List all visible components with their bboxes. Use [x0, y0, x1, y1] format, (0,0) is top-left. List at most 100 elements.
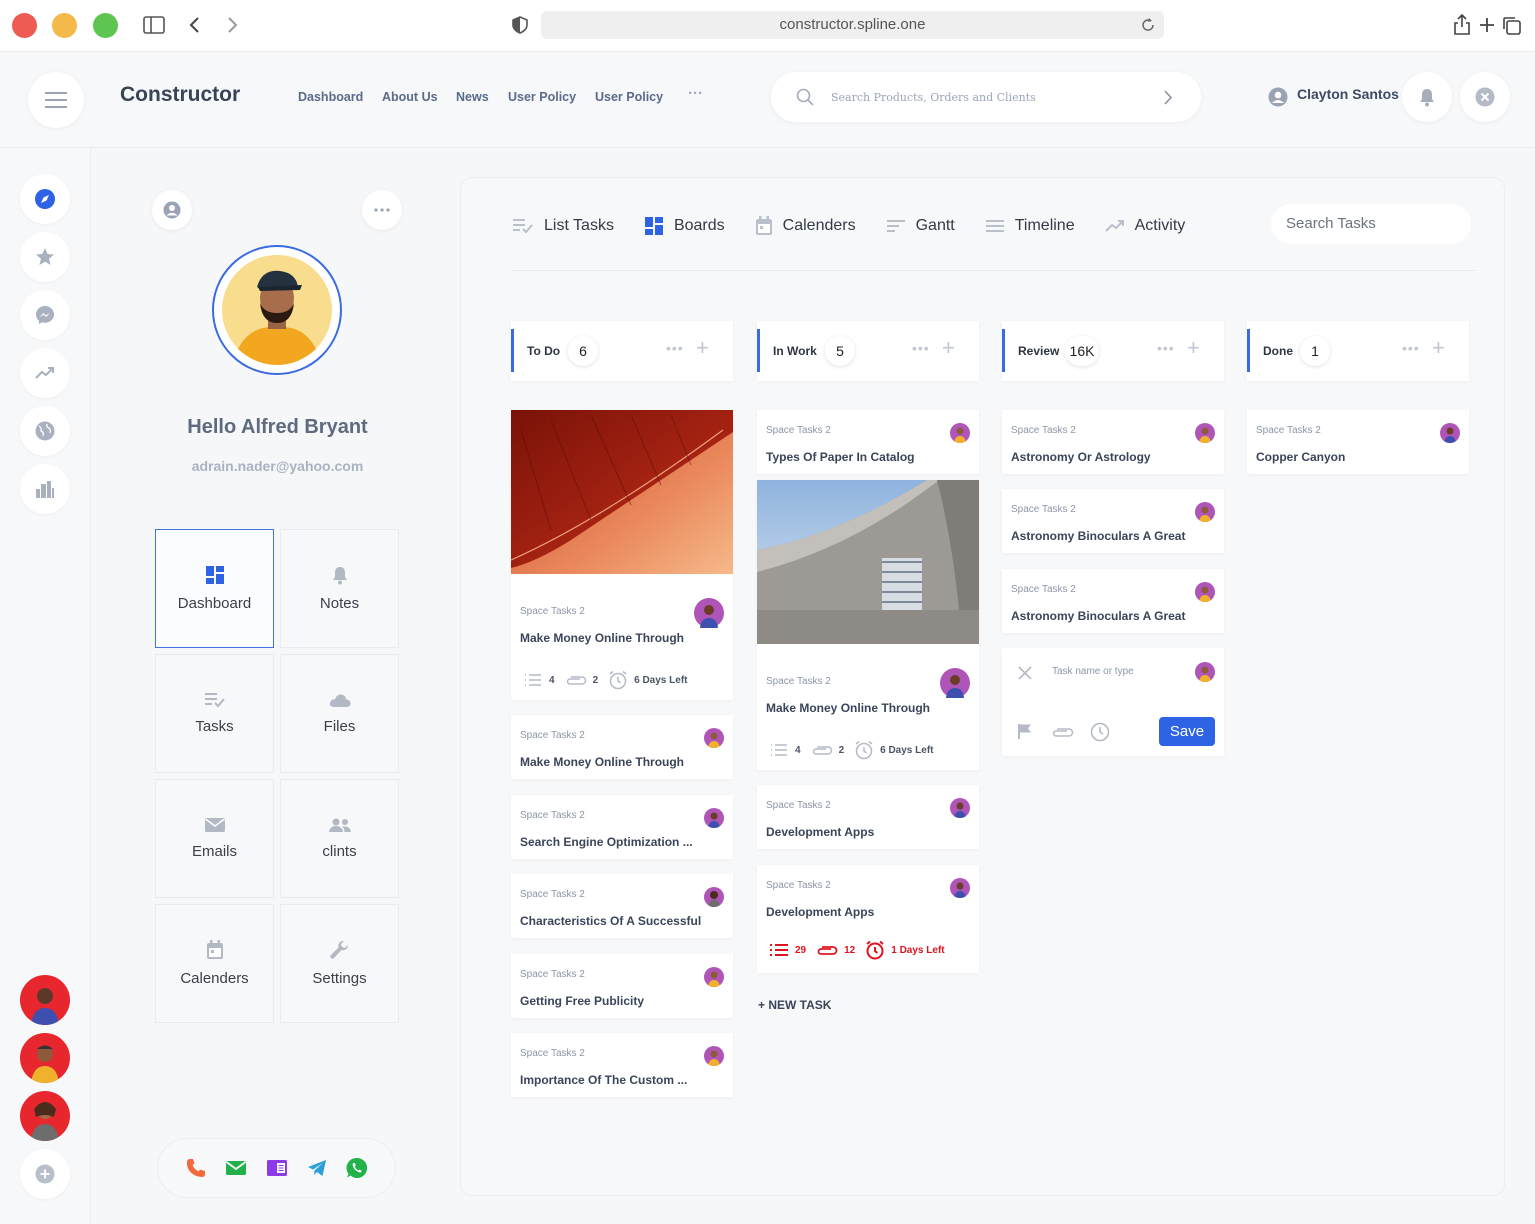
tab-gantt[interactable]: Gantt [886, 217, 955, 235]
whatsapp-icon[interactable] [345, 1157, 368, 1179]
task-search-input[interactable]: Search Tasks [1271, 204, 1471, 244]
tile-calenders[interactable]: Calenders [155, 904, 274, 1023]
add-member-button[interactable] [20, 1149, 70, 1199]
tab-list-tasks[interactable]: List Tasks [512, 217, 614, 235]
due-text: 1 Days Left [891, 944, 945, 956]
chevron-right-icon[interactable] [1163, 90, 1173, 105]
notebook-icon[interactable] [266, 1159, 288, 1177]
email-icon[interactable] [225, 1160, 247, 1176]
column-more-button[interactable]: ••• [1157, 340, 1175, 356]
menu-button[interactable] [28, 72, 84, 128]
task-card[interactable]: Space Tasks 2 Search Engine Optimization… [511, 795, 733, 859]
tab-boards[interactable]: Boards [644, 216, 725, 236]
task-card[interactable]: Space Tasks 2 Make Money Online Through [511, 715, 733, 779]
address-bar[interactable]: constructor.spline.one [541, 11, 1164, 39]
tabs-overview-icon[interactable] [1502, 16, 1522, 36]
nav-link-about-us[interactable]: About Us [382, 90, 438, 104]
rail-explore-button[interactable] [20, 174, 70, 224]
tab-activity[interactable]: Activity [1104, 217, 1185, 235]
task-card[interactable]: Space Tasks 2 Development Apps [757, 785, 979, 849]
user-name[interactable]: Clayton Santos [1297, 86, 1399, 102]
task-card[interactable]: Space Tasks 2 Astronomy Binoculars A Gre… [1002, 489, 1224, 553]
task-name-input[interactable]: Task name or type [1052, 666, 1134, 677]
column-add-button[interactable]: + [942, 337, 955, 359]
team-avatar[interactable] [20, 1033, 70, 1083]
task-card[interactable]: Space Tasks 2 Development Apps 29 12 1 D… [757, 865, 979, 973]
forward-icon[interactable] [225, 16, 239, 34]
assignee-avatar[interactable] [1195, 662, 1215, 682]
attachment-count: 2 [592, 674, 599, 686]
tile-files[interactable]: Files [280, 654, 399, 773]
nav-link-news[interactable]: News [456, 90, 489, 104]
tile-tasks[interactable]: Tasks [155, 654, 274, 773]
notifications-button[interactable] [1402, 72, 1452, 122]
column-more-button[interactable]: ••• [666, 340, 684, 356]
task-card[interactable]: Space Tasks 2 Make Money Online Through … [757, 480, 979, 770]
rail-favorites-button[interactable] [20, 232, 70, 282]
task-count: 4 [549, 674, 555, 686]
column-add-button[interactable]: + [696, 337, 709, 359]
tile-notes[interactable]: Notes [280, 529, 399, 648]
tab-calenders[interactable]: Calenders [755, 216, 856, 236]
column-add-button[interactable]: + [1432, 337, 1445, 359]
tile-emails[interactable]: Emails [155, 779, 274, 898]
reload-icon[interactable] [1141, 18, 1155, 32]
save-button[interactable]: Save [1159, 717, 1215, 746]
new-tab-icon[interactable] [1479, 17, 1495, 33]
clock-icon[interactable] [1090, 722, 1110, 742]
card-title: Importance Of The Custom ... [520, 1073, 688, 1087]
assignee-avatar [704, 887, 724, 907]
task-card[interactable]: Space Tasks 2 Copper Canyon [1247, 410, 1469, 474]
city-icon [36, 481, 54, 498]
column-count: 6 [568, 336, 598, 366]
close-button[interactable] [1460, 72, 1510, 122]
rail-trends-button[interactable] [20, 348, 70, 398]
task-card[interactable]: Space Tasks 2 Getting Free Publicity [511, 954, 733, 1018]
profile-button[interactable] [152, 190, 192, 230]
tile-settings[interactable]: Settings [280, 904, 399, 1023]
new-task-button[interactable]: + NEW TASK [758, 998, 831, 1012]
column-more-button[interactable]: ••• [912, 340, 930, 356]
people-icon [328, 818, 351, 832]
nav-link-dashboard[interactable]: Dashboard [298, 90, 363, 104]
share-icon[interactable] [1453, 14, 1471, 36]
card-cover-image [757, 480, 979, 644]
paperclip-icon [817, 946, 838, 955]
tile-clients[interactable]: clints [280, 779, 399, 898]
tab-timeline[interactable]: Timeline [985, 217, 1075, 235]
column-more-button[interactable]: ••• [1402, 340, 1420, 356]
rail-messenger-button[interactable] [20, 290, 70, 340]
nav-link-user-policy-2[interactable]: User Policy [595, 90, 663, 104]
tab-label: Gantt [915, 217, 955, 234]
task-card[interactable]: Space Tasks 2 Types Of Paper In Catalog [757, 410, 979, 474]
paperclip-icon[interactable] [1051, 726, 1075, 738]
close-icon[interactable] [1018, 666, 1032, 680]
flag-icon[interactable] [1017, 723, 1033, 739]
rail-city-button[interactable] [20, 464, 70, 514]
close-window-button[interactable] [12, 13, 37, 38]
tile-label: Settings [312, 970, 367, 987]
tile-dashboard[interactable]: Dashboard [155, 529, 274, 648]
column-add-button[interactable]: + [1187, 337, 1200, 359]
sidebar-toggle-icon[interactable] [143, 16, 165, 34]
nav-link-user-policy[interactable]: User Policy [508, 90, 576, 104]
profile-more-button[interactable] [362, 190, 402, 230]
task-card[interactable]: Space Tasks 2 Make Money Online Through … [511, 410, 733, 700]
due-text: 6 Days Left [880, 744, 934, 756]
task-card[interactable]: Space Tasks 2 Importance Of The Custom .… [511, 1033, 733, 1097]
maximize-window-button[interactable] [93, 13, 118, 38]
minimize-window-button[interactable] [52, 13, 77, 38]
global-search[interactable]: Search Products, Orders and Clients [771, 72, 1201, 122]
team-avatar[interactable] [20, 1091, 70, 1141]
attachment-count: 12 [844, 944, 856, 956]
rail-globe-button[interactable] [20, 406, 70, 456]
assignee-avatar [704, 728, 724, 748]
back-icon[interactable] [188, 16, 202, 34]
task-card[interactable]: Space Tasks 2 Characteristics Of A Succe… [511, 874, 733, 938]
task-card[interactable]: Space Tasks 2 Astronomy Or Astrology [1002, 410, 1224, 474]
nav-more-button[interactable]: ··· [688, 85, 703, 102]
phone-icon[interactable] [186, 1158, 206, 1178]
task-card[interactable]: Space Tasks 2 Astronomy Binoculars A Gre… [1002, 569, 1224, 633]
team-avatar[interactable] [20, 975, 70, 1025]
telegram-icon[interactable] [307, 1159, 327, 1177]
